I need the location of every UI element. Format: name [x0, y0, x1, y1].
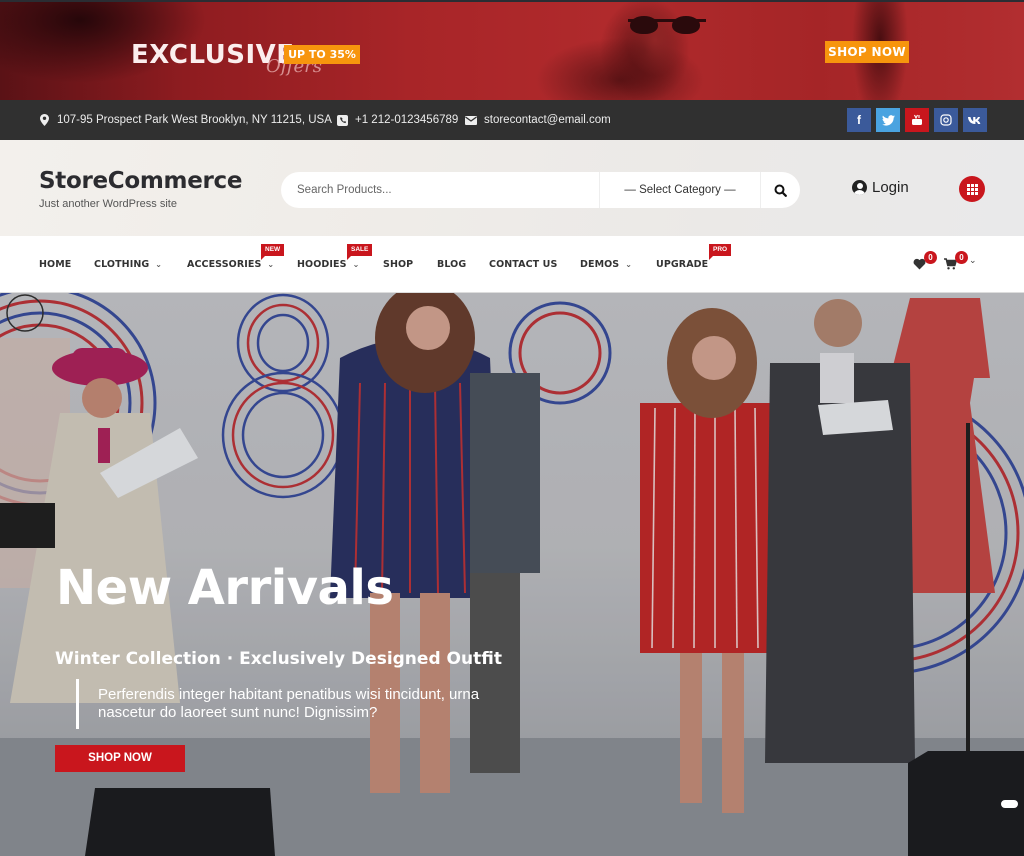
twitter-icon[interactable] — [876, 108, 900, 132]
cart-count: 0 — [955, 251, 968, 264]
envelope-icon — [465, 114, 477, 126]
site-tagline: Just another WordPress site — [39, 198, 177, 210]
nav-label: UPGRADE — [656, 259, 709, 270]
nav-item-clothing[interactable]: CLOTHING ⌄ — [94, 236, 162, 293]
facebook-icon[interactable]: f — [847, 108, 871, 132]
offcanvas-menu-button[interactable] — [959, 176, 985, 202]
chevron-down-icon: ⌄ — [267, 260, 275, 269]
nav-label: ACCESSORIES — [187, 259, 262, 270]
nav-label: CONTACT US — [489, 259, 558, 270]
hero-slider: New Arrivals Winter Collection · Exclusi… — [0, 293, 1024, 856]
phone-text[interactable]: +1 212-0123456789 — [355, 114, 458, 126]
nav-item-shop[interactable]: SHOP — [383, 236, 413, 293]
hero-subtitle: Winter Collection · Exclusively Designed… — [55, 649, 502, 669]
wishlist-link[interactable]: 0 — [913, 251, 939, 274]
nav-badge-pro: PRO — [709, 244, 732, 260]
search-input[interactable] — [281, 172, 599, 208]
chevron-down-icon: ⌄ — [352, 260, 360, 269]
category-select[interactable]: — Select Category — — [599, 172, 761, 208]
vk-icon[interactable] — [963, 108, 987, 132]
nav-item-blog[interactable]: BLOG — [437, 236, 466, 293]
youtube-icon[interactable] — [905, 108, 929, 132]
phone-item[interactable]: +1 212-0123456789 — [336, 100, 458, 140]
top-info-bar: 107-95 Prospect Park West Brooklyn, NY 1… — [0, 100, 1024, 140]
hero-shop-now-button[interactable]: SHOP NOW — [55, 745, 185, 772]
nav-item-demos[interactable]: DEMOS ⌄ — [580, 236, 632, 293]
promo-discount-badge: UP TO 35% — [284, 45, 360, 64]
hero-description: Perferendis integer habitant penatibus w… — [76, 679, 538, 729]
search-button[interactable] — [761, 172, 800, 208]
product-search-form: — Select Category — — [281, 172, 800, 208]
nav-label: SHOP — [383, 259, 414, 270]
nav-label: HOODIES — [297, 259, 347, 270]
nav-badge-new: NEW — [261, 244, 285, 260]
user-circle-icon — [852, 180, 867, 195]
promo-shop-now-button[interactable]: SHOP NOW — [825, 41, 909, 63]
email-text[interactable]: storecontact@email.com — [484, 114, 611, 126]
nav-label: CLOTHING — [94, 259, 150, 270]
promo-model-image — [585, 0, 725, 100]
chevron-down-icon: ⌄ — [155, 260, 163, 269]
nav-item-home[interactable]: HOME — [39, 236, 71, 293]
login-label: Login — [872, 179, 909, 196]
nav-item-contact-us[interactable]: CONTACT US — [489, 236, 557, 293]
promo-top-border — [0, 0, 1024, 2]
promo-banner[interactable]: EXCLUSIVE Offers UP TO 35% SHOP NOW — [0, 0, 1024, 100]
site-title[interactable]: StoreCommerce — [39, 168, 243, 194]
site-branding[interactable]: StoreCommerce Just another WordPress sit… — [39, 168, 243, 210]
nav-badge-sale: SALE — [347, 244, 373, 260]
address-text: 107-95 Prospect Park West Brooklyn, NY 1… — [57, 114, 332, 126]
cart-link[interactable]: 0 ⌄ — [944, 251, 980, 274]
email-item[interactable]: storecontact@email.com — [465, 100, 611, 140]
chevron-down-icon: ⌄ — [625, 260, 633, 269]
nav-label: BLOG — [437, 259, 467, 270]
nav-label: HOME — [39, 259, 72, 270]
main-navigation: HOME CLOTHING ⌄ ACCESSORIES ⌄ NEW HOODIE… — [0, 236, 1024, 293]
login-link[interactable]: Login — [852, 179, 909, 196]
phone-icon — [336, 114, 348, 126]
sunglasses-graphic — [628, 16, 706, 34]
hero-title: New Arrivals — [56, 560, 394, 616]
grid-icon — [966, 183, 978, 195]
nav-item-upgrade[interactable]: UPGRADE — [656, 236, 708, 293]
slider-pagination-dot[interactable] — [1001, 800, 1018, 808]
instagram-icon[interactable] — [934, 108, 958, 132]
search-icon — [774, 184, 787, 197]
nav-label: DEMOS — [580, 259, 620, 270]
chevron-down-icon: ⌄ — [969, 255, 977, 265]
hero-description-text: Perferendis integer habitant penatibus w… — [98, 686, 480, 721]
social-links: f — [847, 108, 987, 132]
wishlist-count: 0 — [924, 251, 937, 264]
map-marker-icon — [38, 114, 50, 126]
site-header: StoreCommerce Just another WordPress sit… — [0, 140, 1024, 236]
address-item: 107-95 Prospect Park West Brooklyn, NY 1… — [38, 100, 332, 140]
